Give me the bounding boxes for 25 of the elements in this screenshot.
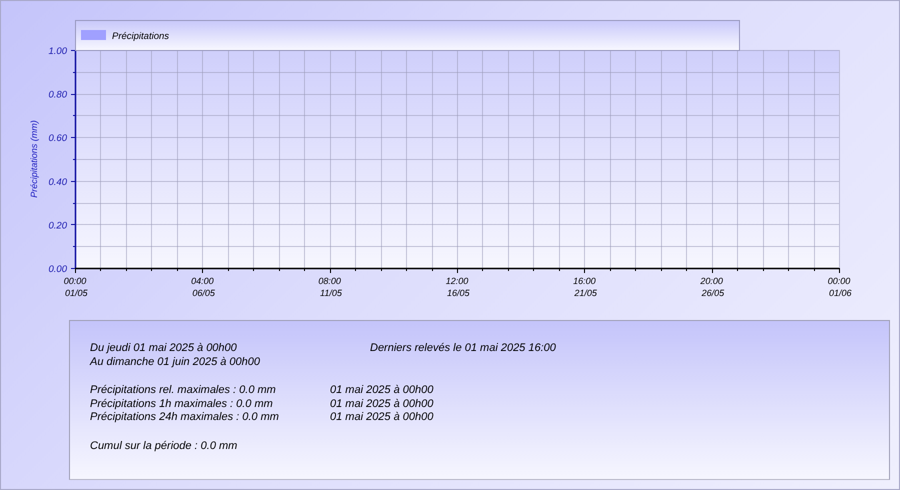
maximum-label: Précipitations 24h maximales : 0.0 mm bbox=[90, 411, 280, 424]
x-tick-label: 00:00 01/06 bbox=[828, 276, 852, 298]
maximum-date: 01 mai 2025 à 00h00 bbox=[330, 384, 434, 398]
maximum-date: 01 mai 2025 à 00h00 bbox=[330, 411, 434, 424]
period-start-text: Du jeudi 01 mai 2025 à 00h00 bbox=[90, 342, 238, 356]
y-tick-label: 0.40 bbox=[48, 176, 67, 188]
total-text: Cumul sur la période : 0.0 mm bbox=[90, 440, 238, 453]
y-tick-label: 0.00 bbox=[48, 264, 67, 275]
x-tick-label: 04:00 06/05 bbox=[191, 276, 215, 298]
maximum-label: Précipitations rel. maximales : 0.0 mm bbox=[90, 384, 277, 398]
last-reading-text: Derniers relevés le 01 mai 2025 16:00 bbox=[370, 342, 556, 356]
period-end-text: Au dimanche 01 juin 2025 à 00h00 bbox=[90, 356, 260, 369]
maximum-label: Précipitations 1h maximales : 0.0 mm bbox=[90, 398, 274, 411]
y-tick-label: 0.60 bbox=[48, 133, 67, 144]
y-tick-label: 0.20 bbox=[48, 220, 67, 232]
y-axis-title: Précipitations (mm) bbox=[29, 120, 39, 198]
x-tick-label: 00:00 01/05 bbox=[64, 276, 88, 298]
x-tick-label: 12:00 16/05 bbox=[446, 276, 470, 298]
x-tick-label: 20:00 26/05 bbox=[700, 276, 724, 298]
maximum-date: 01 mai 2025 à 00h00 bbox=[330, 398, 434, 411]
y-tick-label: 0.80 bbox=[48, 90, 67, 101]
y-tick-label: 1.00 bbox=[48, 46, 67, 57]
x-tick-label: 16:00 21/05 bbox=[573, 276, 597, 298]
legend-label: Précipitations bbox=[112, 31, 170, 42]
x-tick-label: 08:00 11/05 bbox=[318, 276, 342, 298]
